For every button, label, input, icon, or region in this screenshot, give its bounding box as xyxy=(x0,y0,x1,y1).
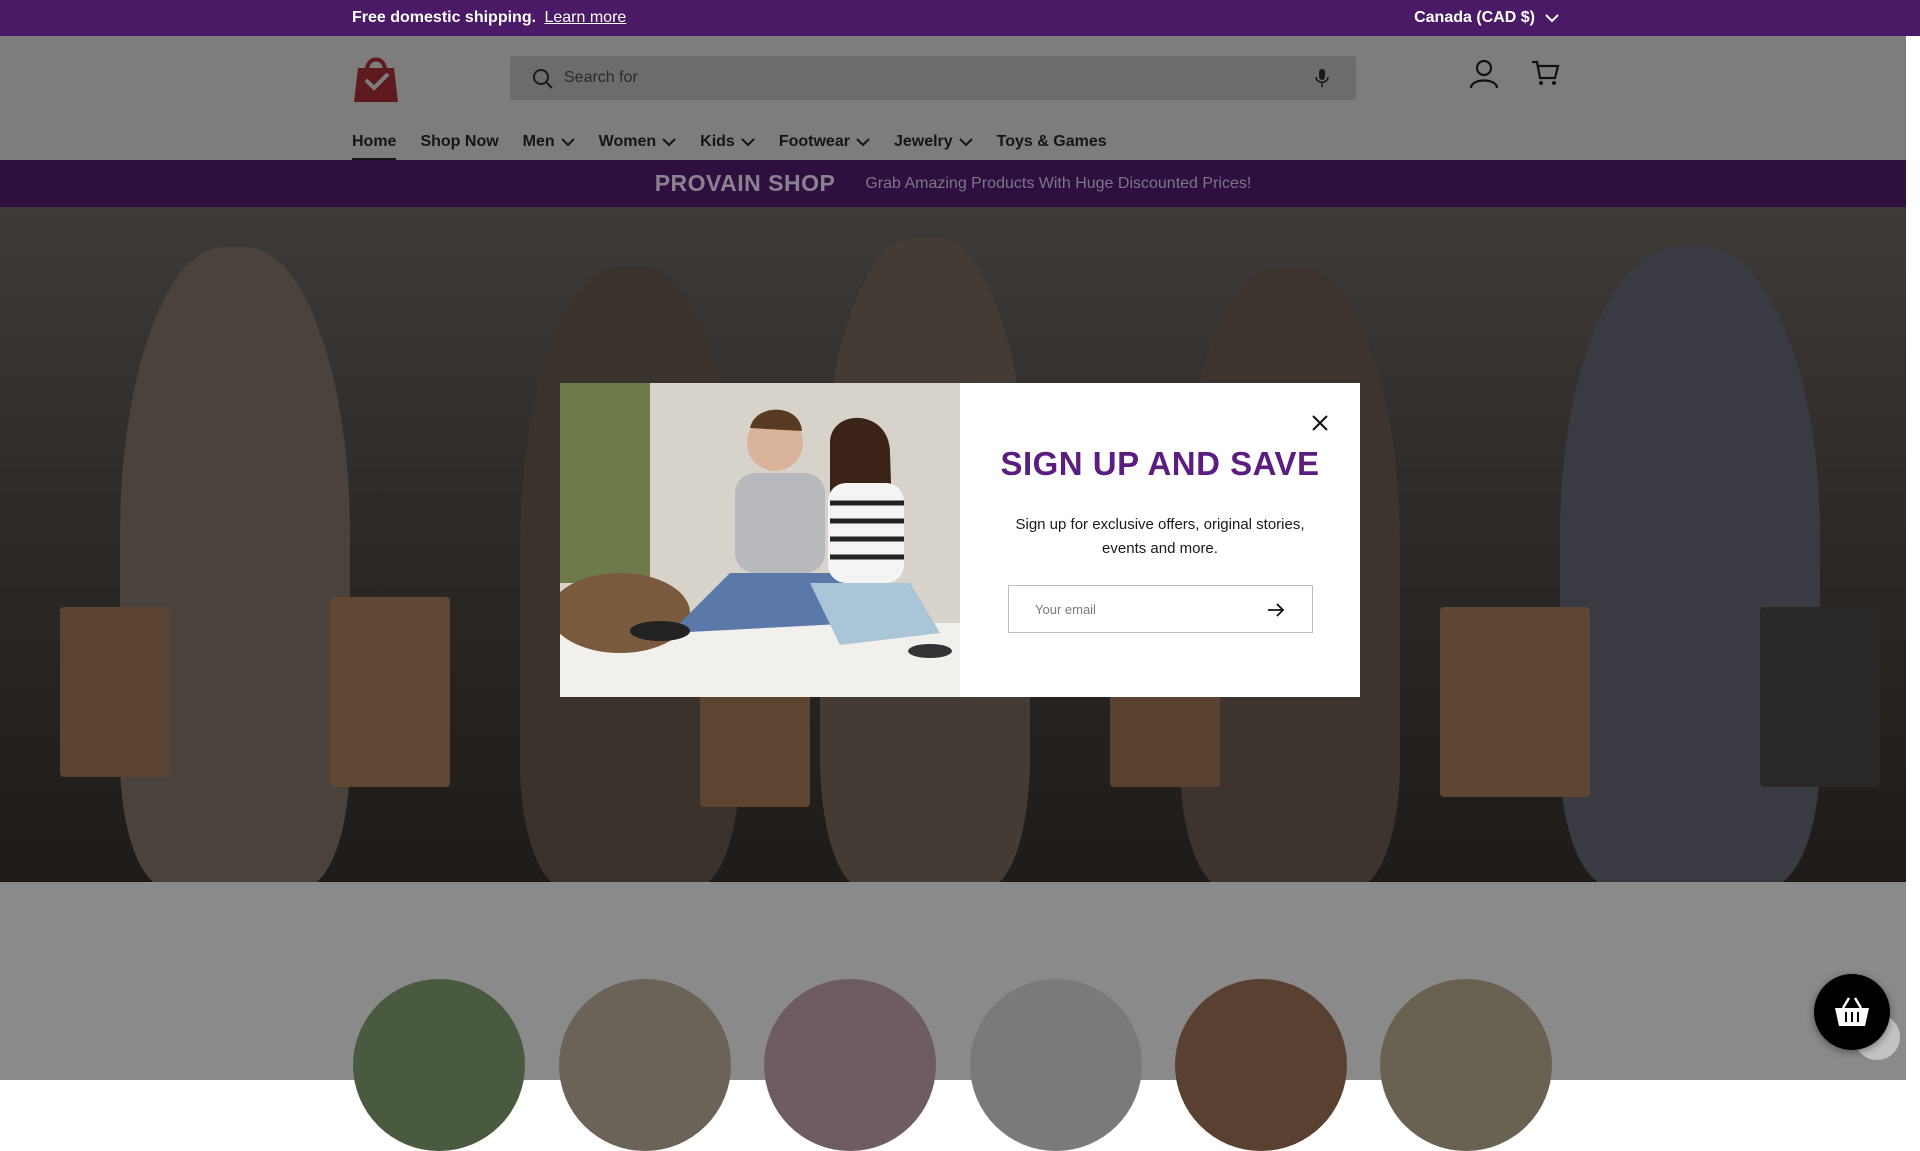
couple-photo xyxy=(560,383,960,697)
signup-modal: SIGN UP AND SAVE Sign up for exclusive o… xyxy=(560,383,1360,697)
collection-circle-heels[interactable] xyxy=(1175,979,1347,1151)
nav-shop-now-label: Shop Now xyxy=(420,133,499,150)
search-bar[interactable] xyxy=(510,56,1356,100)
account-icon[interactable] xyxy=(1468,58,1500,90)
collection-circle-shapewear[interactable] xyxy=(559,979,731,1151)
close-icon[interactable] xyxy=(1308,411,1332,435)
nav-women-label: Women xyxy=(598,133,657,150)
promo-brand: PROVAIN SHOP xyxy=(654,170,836,196)
promo-banner: PROVAIN SHOP Grab Amazing Products With … xyxy=(0,160,1906,207)
promo-tagline: Grab Amazing Products With Huge Discount… xyxy=(865,174,1252,192)
nav-home-label: Home xyxy=(352,133,397,150)
nav-men-label: Men xyxy=(522,133,555,150)
chevron-down-icon xyxy=(741,138,755,147)
email-input[interactable] xyxy=(1009,586,1259,632)
nav-shop-now[interactable]: Shop Now xyxy=(420,128,498,156)
chevron-down-icon xyxy=(662,138,676,147)
collection-circle-handbags[interactable] xyxy=(764,979,936,1151)
nav-jewelry-label: Jewelry xyxy=(893,133,953,150)
announcement-bar: Free domestic shipping. Learn more Canad… xyxy=(0,0,1920,36)
chevron-down-icon xyxy=(958,138,973,147)
region-selector[interactable]: Canada (CAD $) xyxy=(1414,9,1559,27)
collection-circle-electronics[interactable] xyxy=(970,979,1142,1151)
shopping-bag-logo-icon xyxy=(354,57,398,102)
collections-section xyxy=(0,882,1906,1080)
shipping-notice: Free domestic shipping. Learn more xyxy=(352,9,626,27)
nav-footwear-label: Footwear xyxy=(778,133,850,150)
chevron-down-icon xyxy=(560,138,575,147)
nav-men[interactable]: Men xyxy=(523,128,575,156)
region-label: Canada (CAD $) xyxy=(1414,9,1535,26)
nav-footwear[interactable]: Footwear xyxy=(779,128,870,156)
nav-kids-label: Kids xyxy=(700,133,735,150)
nav-toys-games[interactable]: Toys & Games xyxy=(997,128,1107,156)
arrow-right-icon[interactable] xyxy=(1266,600,1286,620)
modal-content: SIGN UP AND SAVE Sign up for exclusive o… xyxy=(960,383,1360,697)
learn-more-link[interactable]: Learn more xyxy=(544,9,626,26)
cart-icon[interactable] xyxy=(1530,58,1560,88)
modal-image xyxy=(560,383,960,697)
modal-description: Sign up for exclusive offers, original s… xyxy=(1015,516,1305,557)
search-input[interactable] xyxy=(562,56,1262,100)
chevron-down-icon xyxy=(856,138,870,147)
shipping-text: Free domestic shipping. xyxy=(352,9,537,26)
header-actions xyxy=(1468,58,1560,90)
chevron-down-icon xyxy=(1545,14,1559,23)
basket-icon xyxy=(1835,997,1869,1026)
store-logo[interactable] xyxy=(352,52,400,104)
modal-title: SIGN UP AND SAVE xyxy=(1000,445,1320,482)
microphone-icon[interactable] xyxy=(1314,68,1330,88)
search-icon[interactable] xyxy=(532,68,554,90)
floating-cart-button[interactable] xyxy=(1814,974,1890,1050)
email-field xyxy=(1008,585,1313,633)
site-header: Home Shop Now Men Women Kids Footwear Je… xyxy=(0,36,1906,160)
nav-toys-games-label: Toys & Games xyxy=(996,133,1107,150)
nav-jewelry[interactable]: Jewelry xyxy=(894,128,973,156)
nav-kids[interactable]: Kids xyxy=(700,128,755,156)
collection-circle-dresses[interactable] xyxy=(353,979,525,1151)
nav-home[interactable]: Home xyxy=(352,128,397,160)
nav-women[interactable]: Women xyxy=(599,128,676,156)
collection-circle-shoes[interactable] xyxy=(1380,979,1552,1151)
main-navigation: Home Shop Now Men Women Kids Footwear Je… xyxy=(352,128,1131,160)
